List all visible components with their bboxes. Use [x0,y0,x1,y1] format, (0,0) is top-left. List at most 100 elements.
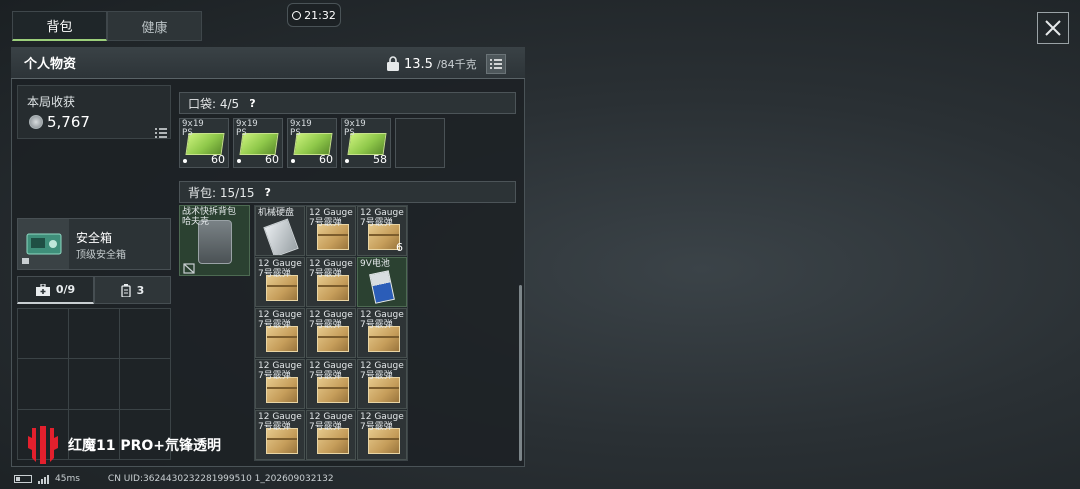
backpack-item-label: 12 Gauge 7号霰弹 [309,208,353,228]
magazine-icon [121,283,131,297]
pocket-slot-ammo[interactable]: 9x19 PS 60 [233,118,283,168]
signal-icon [38,474,49,484]
backpack-label: 背包: 15/15 [188,185,255,200]
safe-slot[interactable] [69,309,119,359]
panel-title: 个人物资 [24,57,77,72]
safe-box-icon [22,233,62,264]
safe-slot[interactable] [120,359,170,409]
tab-backpack[interactable]: 背包 [12,11,107,41]
backpack-item-label: 12 Gauge 7号霰弹 [309,310,353,330]
uid: CN UID:3624430232281999510 1_20260903213… [107,474,334,484]
pocket-slot-ammo[interactable]: 9x19 PS 58 [341,118,391,168]
coin-icon [29,115,43,129]
hdd-icon [263,218,299,255]
weight-max: /84千克 [436,58,477,71]
equipped-backpack-name: 战术快拆背包 哈夫克 [182,207,237,227]
pocket-label: 口袋: 4/5 [188,96,240,111]
pocket-slot-ammo[interactable]: 9x19 PS 60 [287,118,337,168]
backpack-item-label: 12 Gauge 7号霰弹 [360,310,404,330]
brand-text: 红魔11 PRO+氘锋透明 [68,438,222,454]
sort-list-button[interactable] [486,54,506,74]
backpack-item-label: 12 Gauge 7号霰弹 [258,361,302,381]
weight-icon [387,56,399,71]
safe-slot[interactable] [18,309,68,359]
backpack-item-box[interactable]: 12 Gauge 7号霰弹 [255,257,305,307]
ping: 45ms [55,474,80,484]
marker-dot-icon [291,159,295,163]
top-tabbar: 背包 健康 [12,11,202,41]
backpack-help-icon[interactable]: ? [264,186,270,199]
backpack-item-box[interactable]: 12 Gauge 7号霰弹 6 [357,206,407,256]
backpack-item-label: 12 Gauge 7号霰弹 [360,412,404,432]
close-icon [1045,20,1061,36]
marker-dot-icon [237,159,241,163]
backpack-item-box[interactable]: 12 Gauge 7号霰弹 [255,308,305,358]
clock: 21:32 [287,3,341,27]
marker-dot-icon [345,159,349,163]
safe-slot[interactable] [120,309,170,359]
backpack-item-label: 12 Gauge 7号霰弹 [360,208,404,228]
pocket-slot-count: 60 [265,153,279,166]
pocket-slot-label: 9x19 PS [290,119,312,138]
battery-icon [369,270,395,304]
backpack-item-box[interactable]: 12 Gauge 7号霰弹 [306,257,356,307]
backpack-item-count: 6 [396,241,403,254]
pocket-capacity: 4/5 [219,96,240,111]
battery-icon [14,475,32,483]
scrollbar[interactable] [519,285,522,461]
pocket-help-icon[interactable]: ? [249,97,255,110]
backpack-item-battery[interactable]: 9V电池 [357,257,407,307]
backpack-item-box[interactable]: 12 Gauge 7号霰弹 [357,308,407,358]
pocket-slot-count: 60 [319,153,333,166]
backpack-item-label: 12 Gauge 7号霰弹 [258,259,302,279]
clock-icon [292,10,302,20]
backpack-item-box[interactable]: 12 Gauge 7号霰弹 [306,359,356,409]
safe-slot[interactable] [69,359,119,409]
pocket-slot-label: 9x19 PS [182,119,204,138]
backpack-item-box[interactable]: 12 Gauge 7号霰弹 [306,308,356,358]
pocket-slot-label: 9x19 PS [236,119,258,138]
backpack-item-box[interactable]: 12 Gauge 7号霰弹 [357,410,407,460]
weight-indicator: 13.5/84千克 [386,55,477,73]
backpack-item-box[interactable]: 12 Gauge 7号霰弹 [306,410,356,460]
tab-health[interactable]: 健康 [107,11,202,41]
pocket-slot-count: 60 [211,153,225,166]
tab-medkit[interactable]: 0/9 [17,276,94,304]
marker-dot-icon [183,159,187,163]
weight-current: 13.5 [404,56,433,72]
backpack-item-label: 12 Gauge 7号霰弹 [309,259,353,279]
backpack-item-label: 12 Gauge 7号霰弹 [258,412,302,432]
backpack-item-hdd[interactable]: 机械硬盘 [255,206,305,256]
backpack-item-box[interactable]: 12 Gauge 7号霰弹 [255,359,305,409]
brand-logo-icon [28,426,58,464]
magazine-count: 3 [136,283,145,297]
backpack-header: 背包: 15/15 ? [179,181,516,203]
income-list-button[interactable] [155,123,167,142]
list-icon [155,128,167,138]
status-bar: 45ms CN UID:3624430232281999510 1_202609… [14,474,334,484]
backpack-item-box[interactable]: 12 Gauge 7号霰弹 [255,410,305,460]
safe-box-image [18,219,69,269]
safe-box-title: 安全箱 [76,231,113,245]
brand-watermark: 红魔11 PRO+氘锋透明 [26,424,221,466]
pocket-header: 口袋: 4/5 ? [179,92,516,114]
pocket-slot-count: 58 [373,153,387,166]
tab-magazine[interactable]: 3 [94,276,171,304]
backpack-capacity: 15/15 [219,185,255,200]
medkit-icon [35,283,50,296]
medkit-count: 0/9 [55,283,76,296]
safe-slot[interactable] [18,359,68,409]
backpack-item-label: 12 Gauge 7号霰弹 [360,361,404,381]
backpack-item-label: 机械硬盘 [258,208,295,218]
close-button[interactable] [1037,12,1069,44]
backpack-item-box[interactable]: 12 Gauge 7号霰弹 [306,206,356,256]
backpack-item-label: 12 Gauge 7号霰弹 [258,310,302,330]
unequip-icon [183,263,195,274]
equipped-backpack[interactable]: 战术快拆背包 哈夫克 [179,205,250,276]
pocket-slot-ammo[interactable]: 9x19 PS 60 [179,118,229,168]
pocket-slot-empty[interactable] [395,118,445,168]
safe-subtabs: 0/9 3 [17,276,171,304]
backpack-item-box[interactable]: 12 Gauge 7号霰弹 [357,359,407,409]
income-value-row: 5,767 [29,113,90,131]
safe-box-subtitle: 顶级安全箱 [76,250,126,261]
